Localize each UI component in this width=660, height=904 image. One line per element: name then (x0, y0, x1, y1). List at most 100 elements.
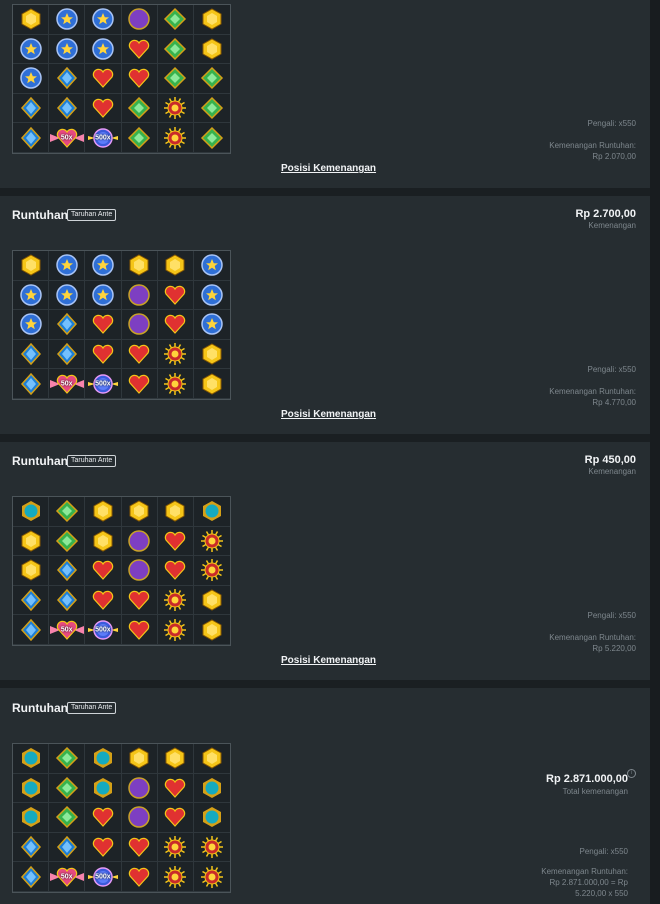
grid-cell (85, 497, 122, 527)
grid-cell (49, 93, 86, 124)
heart-gem-icon (165, 808, 186, 828)
grid-cell (85, 93, 122, 124)
grid-cell (13, 93, 50, 124)
heart-gem-icon (165, 315, 186, 335)
grid-cell (49, 310, 86, 340)
ante-bet-badge: Taruhan Ante (67, 702, 117, 714)
star-gem-icon (55, 284, 78, 306)
cascade-win-value: Rp 4.770,00 (592, 398, 636, 407)
grid-cell (157, 369, 194, 399)
green-gem-icon (164, 37, 187, 60)
moon-gem-icon (128, 559, 150, 582)
grid-cell (121, 556, 158, 586)
winning-positions-link[interactable]: Posisi Kemenangan (281, 409, 376, 420)
grid-cell (121, 773, 158, 804)
grid-cell (121, 744, 158, 774)
scrollbar-track[interactable] (650, 0, 660, 904)
win-amount-label: Kemenangan (588, 467, 636, 476)
heart-gem-icon (165, 285, 186, 305)
grid-cell (13, 369, 50, 399)
grid-cell (157, 310, 194, 340)
grid-cell (85, 744, 122, 774)
star-gem-icon (19, 313, 42, 336)
heart-gem-icon (165, 778, 186, 798)
green-gem-icon (200, 126, 223, 149)
star-gem-icon (201, 313, 223, 336)
grid-cell (13, 615, 50, 645)
grid-cell (193, 64, 230, 94)
heart-gem-icon (92, 98, 114, 118)
total-win-amount: Rp 2.871.000,00 (546, 773, 628, 785)
grid-cell (157, 862, 194, 892)
grid-cell (157, 832, 194, 863)
cyan-gem-icon (202, 777, 221, 798)
grid-cell (193, 527, 230, 557)
grid-cell (157, 123, 194, 153)
info-icon[interactable]: i (627, 769, 636, 778)
grid-cell (193, 556, 230, 586)
grid-cell (49, 585, 86, 616)
multiplier-badge: 50x (60, 380, 73, 388)
grid-cell (157, 615, 194, 645)
grid-cell: 50x (49, 615, 86, 645)
grid-cell (49, 5, 86, 35)
sun-gem-icon (200, 559, 223, 582)
cyan-gem-icon (93, 748, 112, 769)
section-divider (0, 434, 650, 442)
blue-gem-icon (56, 67, 77, 90)
heart-gem-icon (128, 39, 150, 59)
grid-cell (85, 339, 122, 370)
moon-gem-icon (128, 284, 150, 306)
blue-gem-icon (20, 618, 41, 641)
heart-gem-icon (92, 315, 114, 335)
cyan-gem-icon (93, 777, 112, 798)
grid-cell (121, 93, 158, 124)
blue-gem-icon (20, 588, 41, 612)
grid-cell (121, 585, 158, 616)
star-gem-icon (201, 284, 223, 306)
yellow-gem-icon (129, 254, 149, 276)
multiplier-badge: 500x (95, 873, 111, 881)
grid-cell (121, 280, 158, 311)
green-gem-icon (55, 529, 78, 552)
grid-cell (157, 34, 194, 65)
multiplier-badge: 50x (60, 626, 73, 634)
yellow-gem-icon (165, 500, 185, 522)
yellow-gem-icon (202, 8, 222, 30)
moon-gem-icon (128, 313, 150, 336)
grid-cell (157, 773, 194, 804)
yellow-gem-icon (202, 373, 222, 395)
winning-positions-link[interactable]: Posisi Kemenangan (281, 163, 376, 174)
grid-cell (13, 5, 50, 35)
sun-gem-icon (164, 618, 187, 641)
blue-gem-icon (20, 342, 41, 366)
moon-gem-icon (128, 8, 150, 31)
cascade-win-label: Kemenangan Runtuhan: (549, 387, 636, 396)
winning-positions-link[interactable]: Posisi Kemenangan (281, 655, 376, 666)
heart-gem-icon (128, 837, 150, 857)
blue-gem-icon (56, 342, 77, 366)
grid-cell (85, 5, 122, 35)
blue-gem-icon (56, 559, 77, 582)
sun-gem-icon (164, 126, 187, 149)
grid-cell (121, 862, 158, 892)
grid-cell (193, 369, 230, 399)
grid-cell (121, 5, 158, 35)
grid-cell (157, 556, 194, 586)
star-gem-icon (92, 254, 114, 277)
grid-cell: 50x (49, 862, 86, 892)
yellow-gem-icon (202, 589, 222, 611)
grid-cell (121, 251, 158, 281)
cyan-gem-icon (21, 777, 40, 798)
star-gem-icon (55, 38, 78, 60)
cyan-gem-icon (21, 807, 40, 828)
grid-cell (193, 251, 230, 281)
grid-cell (13, 832, 50, 863)
green-gem-icon (55, 806, 78, 829)
multiplier-text: Pengali: x550 (587, 365, 636, 374)
history-section-3: Runtuhan Taruhan Ante Rp 450,00 Kemenang… (0, 442, 650, 680)
multiplier-text: Pengali: x550 (587, 119, 636, 128)
grid-cell (157, 744, 194, 774)
grid-cell (13, 251, 50, 281)
cascade-win-label: Kemenangan Runtuhan: (549, 633, 636, 642)
